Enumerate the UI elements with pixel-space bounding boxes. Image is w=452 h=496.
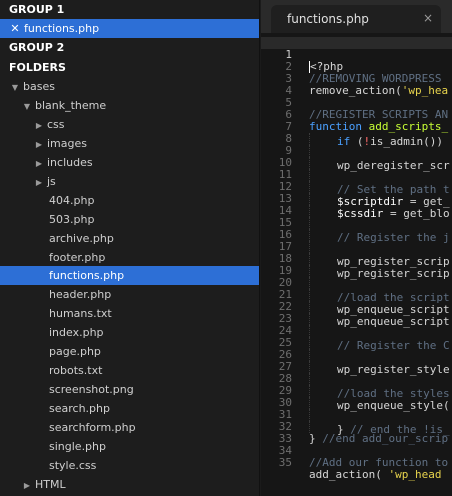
code-area[interactable]: 1 <?php 2 //REMOVING WORDPRESS 3 remove_… [261, 35, 452, 496]
code-line: 27 [261, 349, 452, 385]
code-line: 35 add_action( 'wp_head [261, 445, 452, 481]
line-number: 35 [278, 456, 292, 469]
code-line: 34 //Add our function to [261, 433, 452, 469]
open-file-label: functions.php [24, 22, 100, 35]
file-item-selected[interactable]: functions.php [0, 266, 259, 285]
folder-label: css [47, 118, 65, 131]
group1-header[interactable]: GROUP 1 [0, 0, 259, 19]
code-line: 15 // Register the j [261, 205, 452, 244]
triangle-right-icon[interactable]: ▶ [34, 135, 44, 154]
code-line: 29 wp_enqueue_style( [261, 373, 452, 412]
code-line: 24 // Register the C [261, 313, 452, 352]
code-line: 9 wp_deregister_scr [261, 133, 452, 172]
code-line: 16 [261, 217, 452, 253]
code-line: 14 [261, 193, 452, 229]
code-line: 18 wp_register_scrip [261, 241, 452, 280]
file-item[interactable]: humans.txt [0, 304, 259, 323]
folder-label: js [47, 175, 56, 188]
group2-header[interactable]: GROUP 2 [0, 38, 259, 57]
folder-blank-theme[interactable]: ▼ blank_theme [0, 96, 259, 116]
code-line: 4 [261, 73, 452, 97]
code-line: 1 <?php [261, 37, 452, 73]
sidebar: GROUP 1 ✕ functions.php GROUP 2 FOLDERS ▼… [0, 0, 260, 496]
close-icon[interactable]: ✕ [9, 19, 21, 38]
triangle-right-icon[interactable]: ▶ [34, 116, 44, 135]
file-item[interactable]: archive.php [0, 229, 259, 248]
folder-html[interactable]: ▶ HTML [0, 475, 259, 495]
file-item[interactable]: search.php [0, 399, 259, 418]
code-line: 33 [261, 421, 452, 445]
code-line: 21 wp_enqueue_script [261, 277, 452, 316]
folder-label: blank_theme [35, 99, 107, 112]
code-line: 11 // Set the path t [261, 157, 452, 196]
file-item[interactable]: header.php [0, 285, 259, 304]
file-item[interactable]: page.php [0, 342, 259, 361]
code-line: 26 wp_register_style [261, 337, 452, 376]
folder-label: HTML [35, 478, 66, 491]
triangle-right-icon[interactable]: ▶ [22, 476, 32, 495]
open-file-functions-php[interactable]: ✕ functions.php [0, 19, 259, 38]
code-line: 25 [261, 325, 452, 361]
folder-images[interactable]: ▶ images [0, 134, 259, 154]
code-line: 22 wp_enqueue_script [261, 289, 452, 328]
code-line: 13 $cssdir = get_blo [261, 181, 452, 220]
code-line: 17 wp_register_scrip [261, 229, 452, 268]
tab-functions-php[interactable]: functions.php × [271, 5, 441, 33]
code-line: 6 function add_scripts_ [261, 97, 452, 133]
editor-pane: functions.php × 1 <?php 2 //REMOVING WOR… [261, 0, 452, 496]
file-item[interactable]: 404.php [0, 191, 259, 210]
code-line: 19 [261, 253, 452, 289]
code-line: 8 [261, 121, 452, 157]
file-item[interactable]: robots.txt [0, 361, 259, 380]
triangle-down-icon[interactable]: ▼ [10, 78, 20, 97]
file-item[interactable]: footer.php [0, 248, 259, 267]
code-text: add_action( [309, 469, 382, 481]
folder-js[interactable]: ▶ js [0, 172, 259, 192]
code-line: 28 //load the styles [261, 361, 452, 400]
tab-label: functions.php [287, 12, 369, 26]
folder-css[interactable]: ▶ css [0, 115, 259, 135]
triangle-down-icon[interactable]: ▼ [22, 97, 32, 116]
triangle-right-icon[interactable]: ▶ [34, 173, 44, 192]
folders-header: FOLDERS [9, 61, 66, 74]
code-line: 23 [261, 301, 452, 337]
file-item[interactable]: searchform.php [0, 418, 259, 437]
code-line: 2 //REMOVING WORDPRESS [261, 49, 452, 85]
code-line: 5 //REGISTER SCRIPTS AN [261, 85, 452, 121]
folder-includes[interactable]: ▶ includes [0, 153, 259, 173]
code-line: 20 //load the script [261, 265, 452, 304]
tab-bar: functions.php × [261, 0, 452, 33]
code-line: 7 if (!is_admin()) [261, 109, 452, 148]
file-item[interactable]: style.css [0, 456, 259, 475]
file-item[interactable]: index.php [0, 323, 259, 342]
code-line: 10 [261, 145, 452, 181]
folder-label: images [47, 137, 87, 150]
code-text: //Add our function to [309, 457, 449, 469]
code-line: 32 } //end add_our_scrip [261, 409, 452, 445]
code-line: 3 remove_action('wp_hea [261, 61, 452, 97]
file-item[interactable]: screenshot.png [0, 380, 259, 399]
close-icon[interactable]: × [423, 11, 433, 25]
folder-bases[interactable]: ▼ bases [0, 77, 259, 97]
folder-label: includes [47, 156, 93, 169]
code-text: 'wp_head [381, 469, 442, 481]
code-line: 12 $scriptdir = get_ [261, 169, 452, 208]
file-item[interactable]: 503.php [0, 210, 259, 229]
code-line: 31 } // end the !is_ [261, 397, 452, 436]
file-item[interactable]: single.php [0, 437, 259, 456]
folder-label: bases [23, 80, 55, 93]
code-line: 30 [261, 385, 452, 421]
triangle-right-icon[interactable]: ▶ [34, 154, 44, 173]
